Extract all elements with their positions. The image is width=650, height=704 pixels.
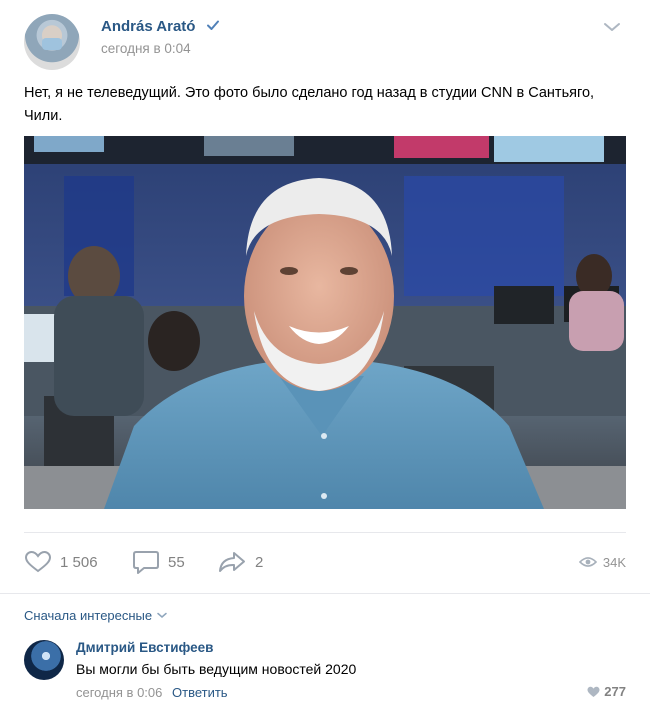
like-button[interactable]: 1 506 bbox=[24, 546, 98, 578]
author-avatar[interactable] bbox=[24, 14, 80, 70]
commenter-avatar[interactable] bbox=[24, 640, 64, 680]
post-text: Нет, я не телеведущий. Это фото было сде… bbox=[24, 85, 595, 124]
post-author-label[interactable]: András Arató bbox=[101, 18, 195, 35]
chevron-down-icon bbox=[157, 612, 167, 618]
share-icon bbox=[219, 552, 245, 572]
share-count: 2 bbox=[255, 553, 264, 571]
divider bbox=[24, 532, 626, 533]
heart-icon bbox=[24, 550, 52, 573]
post-author-name[interactable]: András Arató bbox=[101, 18, 220, 35]
eye-icon bbox=[578, 557, 597, 567]
post-actions: 1 506 55 2 34K bbox=[24, 546, 626, 578]
share-button[interactable]: 2 bbox=[217, 546, 263, 578]
comment-like-button[interactable]: 277 bbox=[587, 684, 626, 699]
comment-time[interactable]: сегодня в 0:06 bbox=[76, 685, 162, 700]
post-header: András Arató сегодня в 0:04 bbox=[24, 12, 626, 70]
comment-count: 55 bbox=[168, 553, 185, 571]
verified-icon bbox=[206, 20, 219, 30]
views-count: 34K bbox=[602, 554, 626, 570]
views-counter: 34K bbox=[578, 546, 626, 578]
comment-sort-label: Сначала интересные bbox=[24, 608, 153, 623]
comment-button[interactable]: 55 bbox=[132, 546, 185, 578]
post-time[interactable]: сегодня в 0:04 bbox=[101, 41, 191, 56]
comment-icon bbox=[133, 551, 159, 574]
post-photo[interactable] bbox=[24, 136, 626, 509]
heart-icon bbox=[587, 686, 600, 697]
chevron-down-icon[interactable] bbox=[602, 20, 622, 34]
commenter-name[interactable]: Дмитрий Евстифеев bbox=[76, 640, 213, 655]
comment-text: Вы могли бы быть ведущим новостей 2020 bbox=[76, 661, 357, 677]
divider bbox=[0, 593, 650, 594]
comment-like-count: 277 bbox=[604, 684, 626, 699]
reply-button[interactable]: Ответить bbox=[172, 685, 228, 700]
like-count: 1 506 bbox=[60, 553, 98, 571]
comment-sort-dropdown[interactable]: Сначала интересные bbox=[24, 608, 167, 623]
face-mask-shape bbox=[42, 38, 62, 50]
comment-meta: сегодня в 0:06 Ответить bbox=[76, 685, 228, 700]
comment-item: Дмитрий Евстифеев Вы могли бы быть ведущ… bbox=[24, 638, 626, 704]
